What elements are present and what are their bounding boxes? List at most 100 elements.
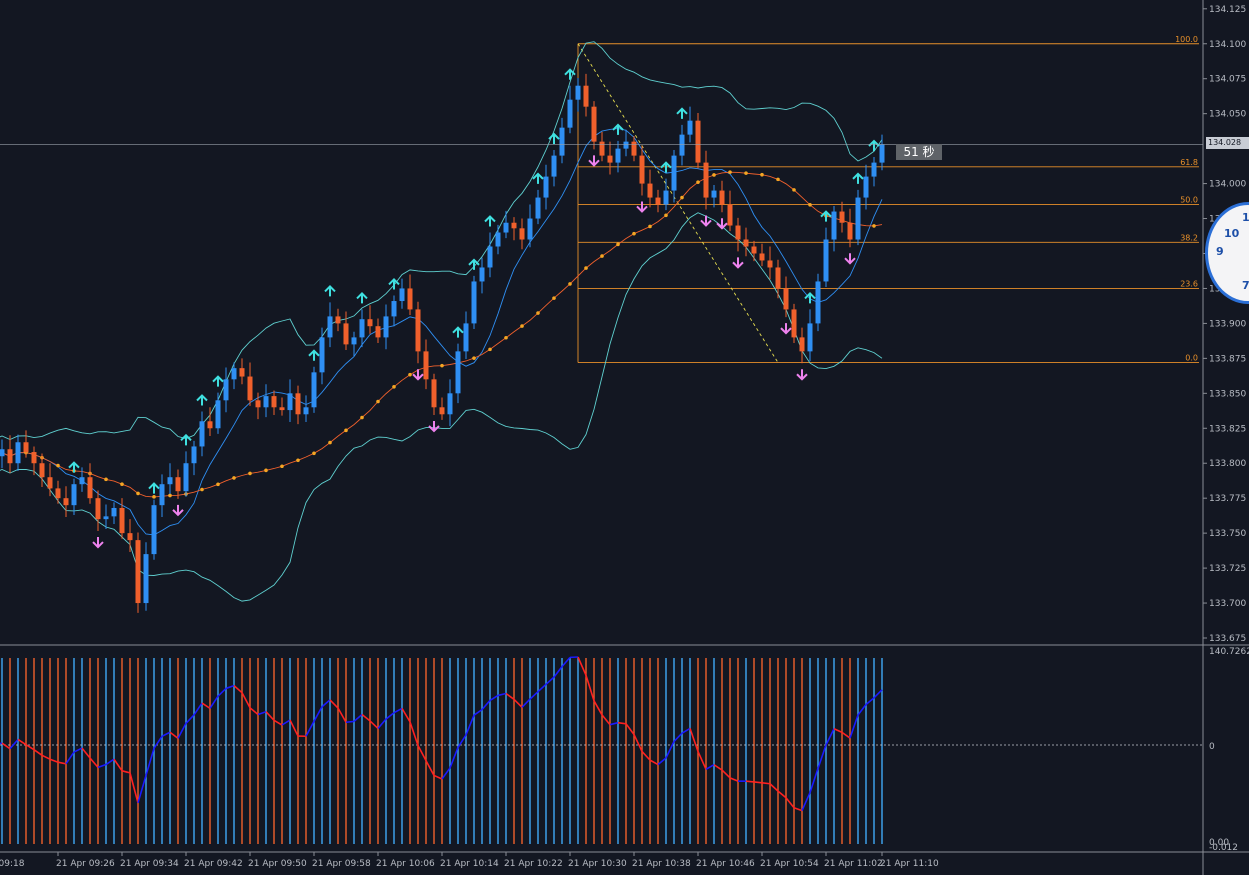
candle-body — [511, 222, 517, 229]
candle-body — [415, 309, 421, 352]
ma-dot — [56, 463, 60, 468]
candle-body — [271, 396, 277, 408]
price-tick-label: 133.775 — [1209, 494, 1246, 504]
candle-body — [63, 498, 69, 506]
clock-number-11: 11 — [1242, 211, 1249, 224]
ma-dot — [728, 170, 732, 174]
candle-body — [647, 183, 653, 198]
candle-body — [775, 267, 781, 289]
candle-body — [783, 288, 789, 310]
oscillator-line-segment — [761, 782, 771, 785]
oscillator-line-segment — [745, 780, 755, 783]
candle-body — [495, 232, 501, 247]
price-tick-label: 133.900 — [1209, 319, 1246, 329]
price-tick-label: 133.725 — [1209, 564, 1246, 574]
candle-body — [159, 484, 165, 506]
fib-level-label: 23.6 — [1180, 279, 1198, 288]
candle-body — [583, 85, 589, 107]
candle-body — [263, 396, 269, 408]
ma-dot — [568, 282, 572, 286]
time-tick-label: r 09:18 — [0, 859, 25, 869]
candle-body — [687, 120, 693, 135]
trading-chart[interactable]: 100.0 61.8 50.0 38.2 23.6 0.0 134.125 134.100 1… — [0, 0, 1249, 875]
candle-body — [807, 323, 813, 352]
candle-countdown: 51 秒 — [896, 144, 942, 160]
ma-dot — [808, 202, 812, 207]
candle-body — [247, 376, 253, 401]
ma-dot — [760, 172, 764, 177]
ma-dot — [152, 495, 156, 499]
candle-body — [55, 488, 61, 499]
candle-body — [871, 162, 877, 177]
candle-body — [359, 319, 365, 338]
ma-dot — [216, 482, 220, 487]
time-tick-label: 21 Apr 10:22 — [504, 859, 563, 869]
fib-level-label: 50.0 — [1180, 196, 1198, 205]
candle-body — [279, 407, 285, 411]
ma-dot — [664, 213, 668, 218]
ma-dot — [616, 242, 620, 247]
candle-body — [327, 316, 333, 338]
clock-number-10: 10 — [1224, 227, 1240, 240]
oscillator-axis-label: 140.7262 — [1209, 647, 1249, 657]
candle-body — [551, 155, 557, 177]
candle-body — [255, 400, 261, 408]
candle-body — [7, 449, 13, 464]
price-tick-label: 134.125 — [1209, 5, 1246, 15]
ma-dot — [792, 188, 796, 192]
candle-body — [231, 368, 237, 380]
candle-body — [463, 323, 469, 352]
candle-body — [663, 190, 669, 205]
ma-dot — [488, 347, 492, 352]
candle-body — [183, 463, 189, 492]
ma-dot — [632, 231, 636, 236]
oscillator-line-segment — [753, 781, 763, 784]
ma-dot — [248, 471, 252, 476]
ma-dot — [600, 254, 604, 258]
candle-body — [87, 477, 93, 499]
candle-body — [335, 316, 341, 324]
candle-body — [455, 351, 461, 394]
candle-body — [391, 301, 397, 317]
candle-body — [575, 85, 581, 100]
ma-dot — [120, 482, 124, 487]
clock-number-9: 9 — [1216, 245, 1224, 258]
ma-dot — [392, 384, 396, 389]
candle-body — [119, 507, 125, 534]
ma-dot — [328, 440, 332, 445]
ma-dot — [280, 464, 284, 469]
candle-body — [527, 218, 533, 240]
candle-body — [743, 239, 749, 247]
candle-body — [519, 228, 525, 240]
candle-body — [439, 407, 445, 415]
ma-dot — [168, 493, 172, 498]
time-tick-label: 21 Apr 11:02 — [824, 859, 883, 869]
candle-body — [631, 141, 637, 156]
candle-body — [175, 477, 181, 492]
time-tick-label: 21 Apr 10:30 — [568, 859, 627, 869]
candle-body — [47, 477, 53, 489]
ma-dot — [136, 491, 140, 496]
ma-dot — [472, 356, 476, 360]
price-tick-label: 133.750 — [1209, 529, 1246, 539]
candle-body — [71, 484, 77, 506]
candle-body — [143, 554, 149, 604]
candle-body — [615, 148, 621, 163]
fib-level-label: 61.8 — [1180, 158, 1198, 167]
candle-body — [15, 442, 21, 464]
candle-body — [679, 134, 685, 156]
time-tick-label: 21 Apr 10:46 — [696, 859, 755, 869]
candle-body — [199, 421, 205, 447]
candle-body — [31, 452, 37, 464]
candle-body — [535, 197, 541, 219]
time-tick-label: 21 Apr 10:38 — [632, 859, 691, 869]
ma-dot — [872, 224, 876, 228]
candle-body — [487, 246, 493, 268]
ma-dot — [712, 173, 716, 177]
candle-body — [623, 141, 629, 149]
candle-body — [215, 400, 221, 429]
price-tick-label: 134.100 — [1209, 40, 1246, 50]
candle-body — [375, 326, 381, 338]
candle-body — [79, 477, 85, 485]
candle-body — [471, 281, 477, 324]
